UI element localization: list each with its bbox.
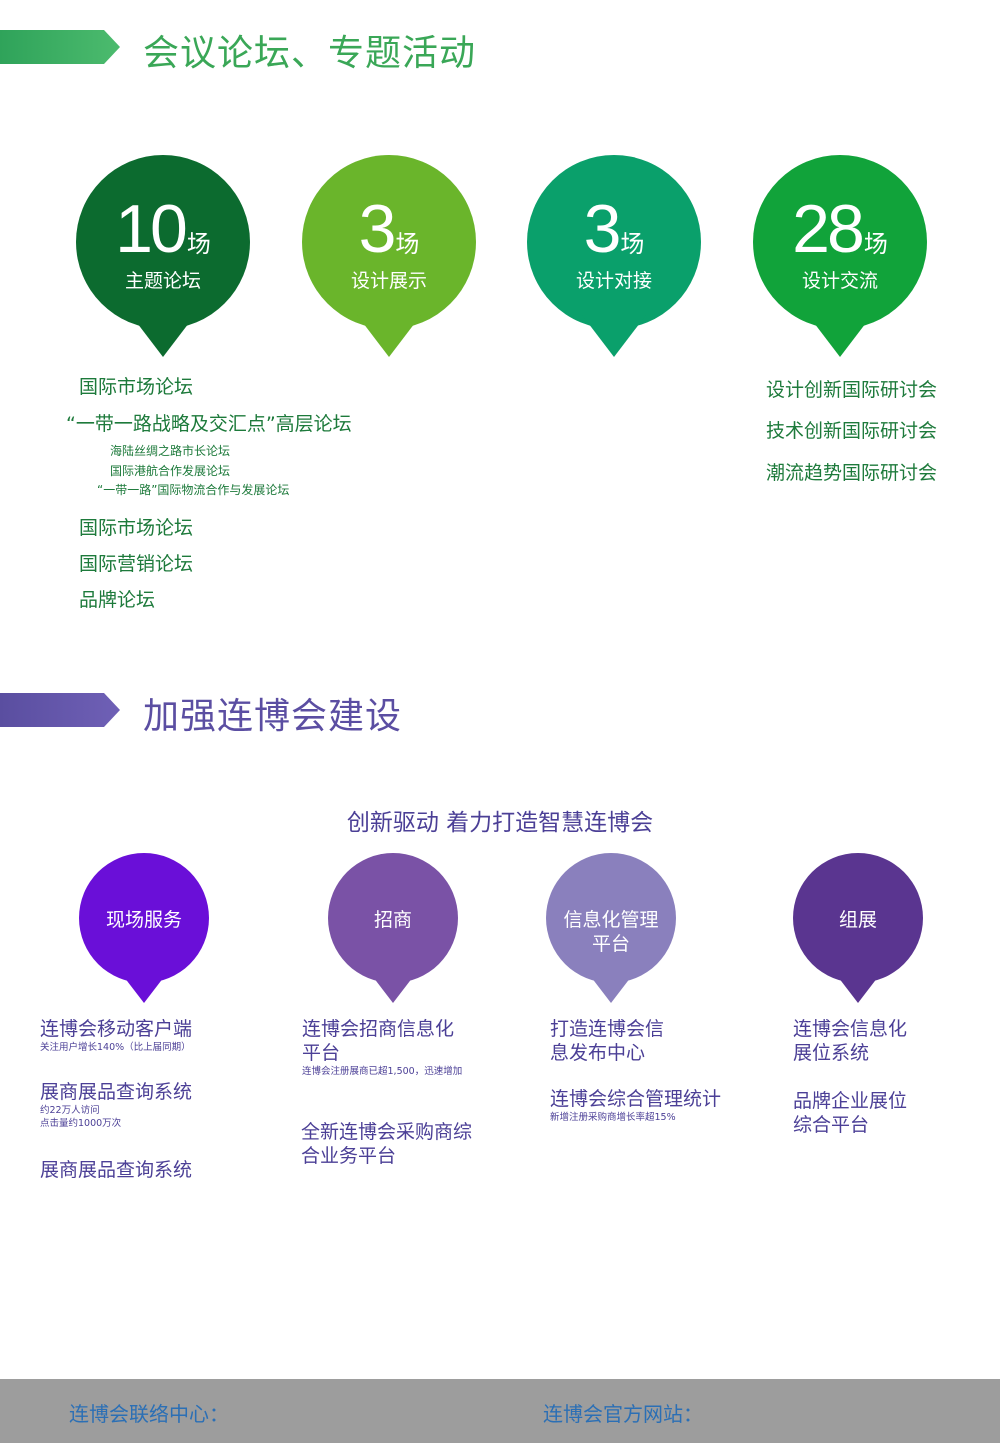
stat-number: 10 xyxy=(115,191,188,267)
stat-pin-design-exchange: 28场 设计交流 xyxy=(753,155,927,360)
investment-platform-title: 连博会招商信息化平台 xyxy=(302,1018,455,1064)
stat-label: 主题论坛 xyxy=(124,270,201,292)
seminar-item: 设计创新国际研讨会 xyxy=(766,379,938,401)
forum-subitem: 海陆丝绸之路市长论坛 xyxy=(110,444,231,458)
pin-label: 招商 xyxy=(373,909,412,931)
booth-system-title: 连博会信息化展位系统 xyxy=(793,1018,908,1064)
mobile-client-note: 关注用户增长140%（比上届同期） xyxy=(40,1042,191,1053)
investment-platform-note: 连博会注册展商已超1,500，迅速增加 xyxy=(302,1066,463,1077)
pin-label: 现场服务 xyxy=(105,909,182,931)
stat-unit: 场 xyxy=(395,230,420,258)
exhibitor-query-note: 约22万人访问 xyxy=(40,1105,100,1116)
stat-pin-design-show: 3场 设计展示 xyxy=(302,155,476,360)
pin-onsite-service: 现场服务 xyxy=(79,853,209,1005)
pin-investment: 招商 xyxy=(328,853,458,1005)
brand-booth-title: 品牌企业展位综合平台 xyxy=(793,1090,908,1136)
forum-subitem: 国际港航合作发展论坛 xyxy=(110,464,231,478)
forum-item: 国际市场论坛 xyxy=(79,517,194,539)
stat-pin-theme-forum: 10场 主题论坛 xyxy=(76,155,250,360)
forum-item: 国际营销论坛 xyxy=(79,553,194,575)
forum-item: 品牌论坛 xyxy=(79,589,156,611)
exhibitor-query-note: 点击量约1000万次 xyxy=(40,1118,122,1129)
pin-label: 组展 xyxy=(838,909,877,931)
pin-label: 信息化管理平台 xyxy=(563,909,659,955)
contact-center-label: 连博会联络中心： xyxy=(69,1402,229,1426)
stat-label: 设计交流 xyxy=(801,270,878,292)
stat-pin-design-match: 3场 设计对接 xyxy=(527,155,701,360)
info-center-title: 打造连博会信息发布中心 xyxy=(550,1018,665,1064)
stat-unit: 场 xyxy=(620,230,645,258)
seminar-item: 潮流趋势国际研讨会 xyxy=(766,462,938,484)
stat-number: 3 xyxy=(583,191,622,267)
exhibitor-query-title-2: 展商展品查询系统 xyxy=(40,1159,193,1181)
section1-title: 会议论坛、专题活动 xyxy=(143,33,477,74)
stat-number: 28 xyxy=(792,191,865,267)
management-stats-title: 连博会综合管理统计 xyxy=(550,1088,722,1110)
management-stats-note: 新增注册采购商增长率超15% xyxy=(550,1112,676,1123)
stat-label: 设计对接 xyxy=(575,270,652,292)
forum-subitem: “一带一路”国际物流合作与发展论坛 xyxy=(97,483,290,497)
stat-label: 设计展示 xyxy=(350,270,427,292)
section2-title: 加强连博会建设 xyxy=(143,696,403,737)
pin-exhibition: 组展 xyxy=(793,853,923,1005)
forum-item: 国际市场论坛 xyxy=(79,376,194,398)
mobile-client-title: 连博会移动客户端 xyxy=(40,1018,193,1040)
official-website-label: 连博会官方网站： xyxy=(543,1402,703,1426)
seminar-item: 技术创新国际研讨会 xyxy=(766,420,938,442)
buyer-platform-title: 全新连博会采购商综合业务平台 xyxy=(301,1121,473,1167)
forum-item: “一带一路战略及交汇点”高层论坛 xyxy=(66,413,352,435)
section2-arrow xyxy=(0,693,120,727)
stat-number: 3 xyxy=(358,191,397,267)
section2-subtitle: 创新驱动 着力打造智慧连博会 xyxy=(346,810,654,836)
stat-unit: 场 xyxy=(863,230,888,258)
exhibitor-query-title: 展商展品查询系统 xyxy=(40,1081,193,1103)
section1-arrow xyxy=(0,30,120,64)
pin-info-platform: 信息化管理平台 xyxy=(546,853,676,1005)
stat-unit: 场 xyxy=(186,230,211,258)
